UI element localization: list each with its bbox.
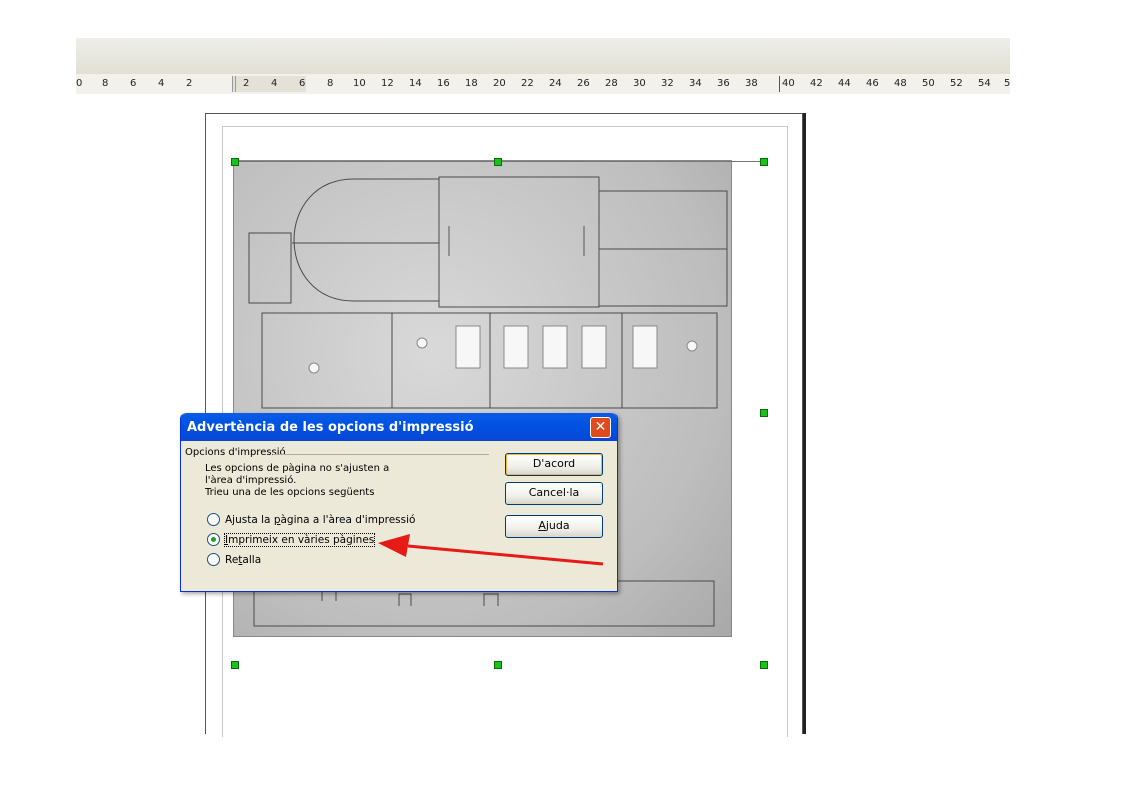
ruler-label: 2 <box>186 78 193 89</box>
ruler-label: 22 <box>521 78 534 89</box>
ruler-label: 12 <box>381 78 394 89</box>
ruler-label: 26 <box>577 78 590 89</box>
resize-handle-bottom-left[interactable] <box>231 661 239 669</box>
dialog-title: Advertència de les opcions d'impressió <box>187 419 474 435</box>
group-divider <box>273 454 489 455</box>
option-label: Retalla <box>225 553 262 566</box>
ruler-label: 4 <box>158 78 165 89</box>
ruler-label: 6 <box>299 78 306 89</box>
resize-handle-bottom[interactable] <box>494 661 502 669</box>
resize-handle-top-right[interactable] <box>760 158 768 166</box>
ruler-label: 34 <box>689 78 702 89</box>
ruler-label: 50 <box>922 78 935 89</box>
radio-selected-icon[interactable] <box>207 533 220 546</box>
toolbar <box>76 38 1010 74</box>
ruler-label: 20 <box>493 78 506 89</box>
cancel-button[interactable]: Cancel·la <box>505 482 603 505</box>
instruction-text: Trieu una de les opcions següents <box>205 487 375 498</box>
resize-handle-top-left[interactable] <box>231 158 239 166</box>
ruler-indent-marker[interactable] <box>779 76 780 92</box>
ruler-label: 8 <box>102 78 109 89</box>
resize-handle-bottom-right[interactable] <box>760 661 768 669</box>
ruler-label: 2 <box>243 78 250 89</box>
option-fit-page[interactable]: Ajusta la pàgina a l'àrea d'impressió <box>207 513 415 526</box>
ruler-label: 14 <box>409 78 422 89</box>
ruler-label: 8 <box>327 78 334 89</box>
ruler-label: 42 <box>810 78 823 89</box>
ruler-label: 32 <box>661 78 674 89</box>
ruler-label: 0 <box>76 78 83 89</box>
ruler-margin-edge <box>232 76 233 92</box>
ok-button[interactable]: D'acord <box>505 453 603 476</box>
dialog-titlebar[interactable]: Advertència de les opcions d'impressió <box>181 413 617 441</box>
ruler-label: 4 <box>271 78 278 89</box>
ruler-margin-edge <box>235 76 236 92</box>
ruler-label: 10 <box>353 78 366 89</box>
horizontal-ruler: 0 8 6 4 2 2 4 6 8 10 12 14 16 18 20 22 2… <box>76 74 1010 95</box>
option-label: Imprimeix en vàries pàgines <box>223 532 376 547</box>
ruler-label: 5 <box>1004 78 1010 89</box>
ruler-label: 36 <box>717 78 730 89</box>
resize-handle-right[interactable] <box>760 409 768 417</box>
message-text: Les opcions de pàgina no s'ajusten a l'à… <box>205 463 390 486</box>
resize-handle-top[interactable] <box>494 158 502 166</box>
ruler-label: 6 <box>130 78 137 89</box>
dialog-message: Les opcions de pàgina no s'ajusten a l'à… <box>205 463 405 499</box>
radio-icon[interactable] <box>207 553 220 566</box>
ruler-label: 16 <box>437 78 450 89</box>
group-label: Opcions d'impressió <box>185 447 286 458</box>
close-icon[interactable]: ✕ <box>590 417 611 438</box>
ruler-label: 52 <box>950 78 963 89</box>
ruler-label: 48 <box>894 78 907 89</box>
ruler-label: 18 <box>465 78 478 89</box>
ruler-label: 28 <box>605 78 618 89</box>
ruler-label: 24 <box>549 78 562 89</box>
ruler-label: 30 <box>633 78 646 89</box>
ruler-label: 38 <box>745 78 758 89</box>
option-crop[interactable]: Retalla <box>207 553 261 566</box>
option-label: Ajusta la pàgina a l'àrea d'impressió <box>225 513 416 526</box>
ruler-label: 44 <box>838 78 851 89</box>
red-arrow-annotation <box>378 534 604 566</box>
ruler-label: 40 <box>782 78 795 89</box>
radio-icon[interactable] <box>207 513 220 526</box>
ruler-label: 54 <box>978 78 991 89</box>
ruler-label: 46 <box>866 78 879 89</box>
option-print-multiple-pages[interactable]: Imprimeix en vàries pàgines <box>207 532 376 547</box>
